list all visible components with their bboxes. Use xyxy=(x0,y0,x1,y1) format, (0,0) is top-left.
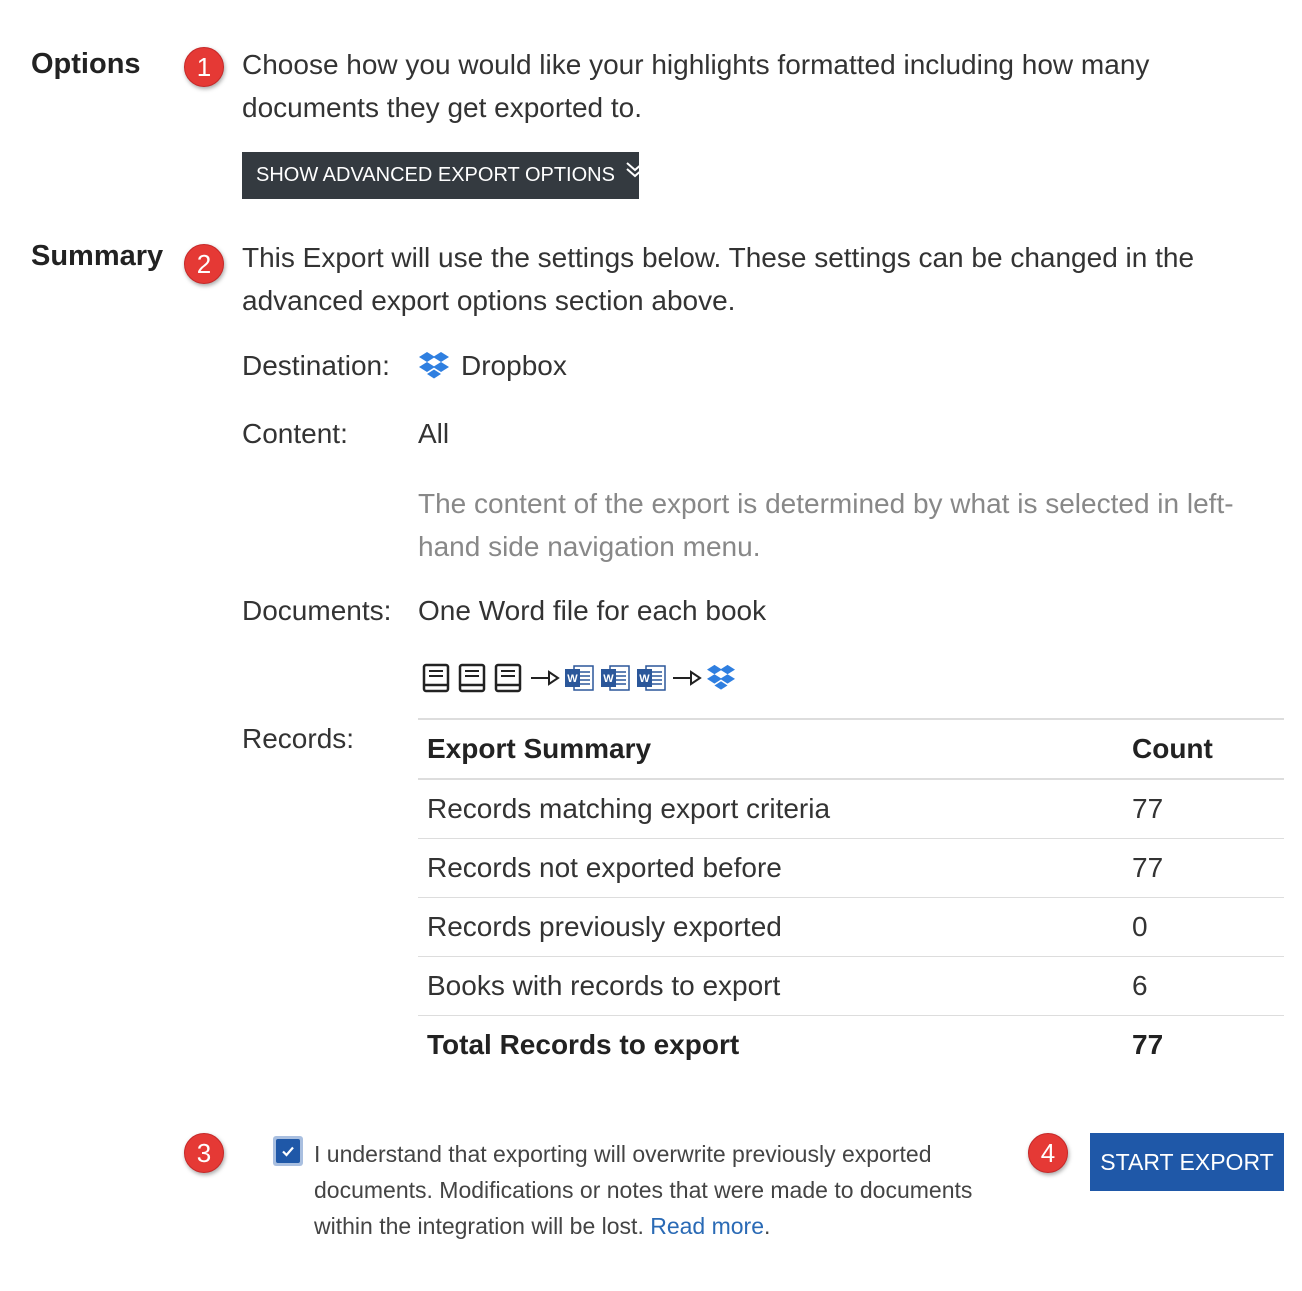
table-row-count: 0 xyxy=(1127,897,1284,957)
dropbox-icon xyxy=(707,664,735,690)
table-total-row: Total Records to export 77 xyxy=(418,1015,1284,1074)
checkmark-icon xyxy=(282,1146,294,1157)
book-icon xyxy=(458,663,486,693)
book-icon xyxy=(422,663,450,693)
svg-text:W: W xyxy=(639,673,650,685)
table-row: Records matching export criteria 77 xyxy=(418,779,1284,839)
dropbox-icon xyxy=(418,351,450,381)
table-row-label: Records matching export criteria xyxy=(418,779,1127,839)
overwrite-consent-checkbox[interactable] xyxy=(273,1136,303,1166)
show-advanced-export-options-button[interactable]: SHOW ADVANCED EXPORT OPTIONS xyxy=(242,152,644,199)
table-row-label: Records not exported before xyxy=(418,838,1127,898)
summary-description: This Export will use the settings below.… xyxy=(242,242,1195,316)
table-row-count: 77 xyxy=(1127,779,1284,839)
step-badge-4: 4 xyxy=(1028,1133,1068,1173)
options-section-label: Options xyxy=(31,48,141,80)
arrow-right-icon xyxy=(673,670,702,686)
book-icon xyxy=(494,663,522,693)
table-header-row: Export Summary Count xyxy=(418,718,1284,780)
table-row: Records not exported before 77 xyxy=(418,838,1284,898)
show-advanced-export-options-label: SHOW ADVANCED EXPORT OPTIONS xyxy=(256,164,615,186)
export-summary-table: Export Summary Count Records matching ex… xyxy=(418,718,1284,1074)
overwrite-consent-text: I understand that exporting will overwri… xyxy=(314,1136,1024,1244)
consent-message: I understand that exporting will overwri… xyxy=(314,1141,973,1239)
table-total-label: Total Records to export xyxy=(418,1015,1127,1074)
read-more-link[interactable]: Read more xyxy=(650,1213,764,1239)
content-note: The content of the export is determined … xyxy=(418,488,1234,562)
content-value: All xyxy=(418,418,450,449)
documents-value: One Word file for each book xyxy=(418,595,767,626)
table-row-count: 6 xyxy=(1127,956,1284,1016)
step-badge-2: 2 xyxy=(184,244,224,284)
consent-period: . xyxy=(764,1213,771,1239)
start-export-button[interactable]: START EXPORT xyxy=(1090,1133,1284,1191)
word-file-icon: W xyxy=(565,665,594,691)
content-label: Content: xyxy=(242,418,348,449)
table-row: Books with records to export 6 xyxy=(418,956,1284,1016)
arrow-right-icon xyxy=(531,670,560,686)
options-description: Choose how you would like your highlight… xyxy=(242,49,1150,123)
table-header-count: Count xyxy=(1127,718,1284,780)
double-chevron-down-icon xyxy=(625,150,645,197)
word-file-icon: W xyxy=(601,665,630,691)
destination-value: Dropbox xyxy=(418,350,567,382)
step-badge-1: 1 xyxy=(184,47,224,87)
table-header-export-summary: Export Summary xyxy=(418,718,1127,780)
checkbox-checked-box xyxy=(276,1139,300,1163)
destination-name: Dropbox xyxy=(461,350,567,381)
table-row: Records previously exported 0 xyxy=(418,897,1284,957)
documents-label: Documents: xyxy=(242,595,392,626)
word-file-icon: W xyxy=(637,665,666,691)
summary-section-label: Summary xyxy=(31,240,164,272)
destination-label: Destination: xyxy=(242,350,390,381)
step-badge-3: 3 xyxy=(184,1133,224,1173)
table-row-label: Records previously exported xyxy=(418,897,1127,957)
table-total-count: 77 xyxy=(1127,1015,1284,1074)
export-flow-diagram: W W W xyxy=(422,660,736,696)
svg-text:W: W xyxy=(603,673,614,685)
records-label: Records: xyxy=(242,723,355,754)
table-row-label: Books with records to export xyxy=(418,956,1127,1016)
svg-text:W: W xyxy=(567,673,578,685)
table-row-count: 77 xyxy=(1127,838,1284,898)
